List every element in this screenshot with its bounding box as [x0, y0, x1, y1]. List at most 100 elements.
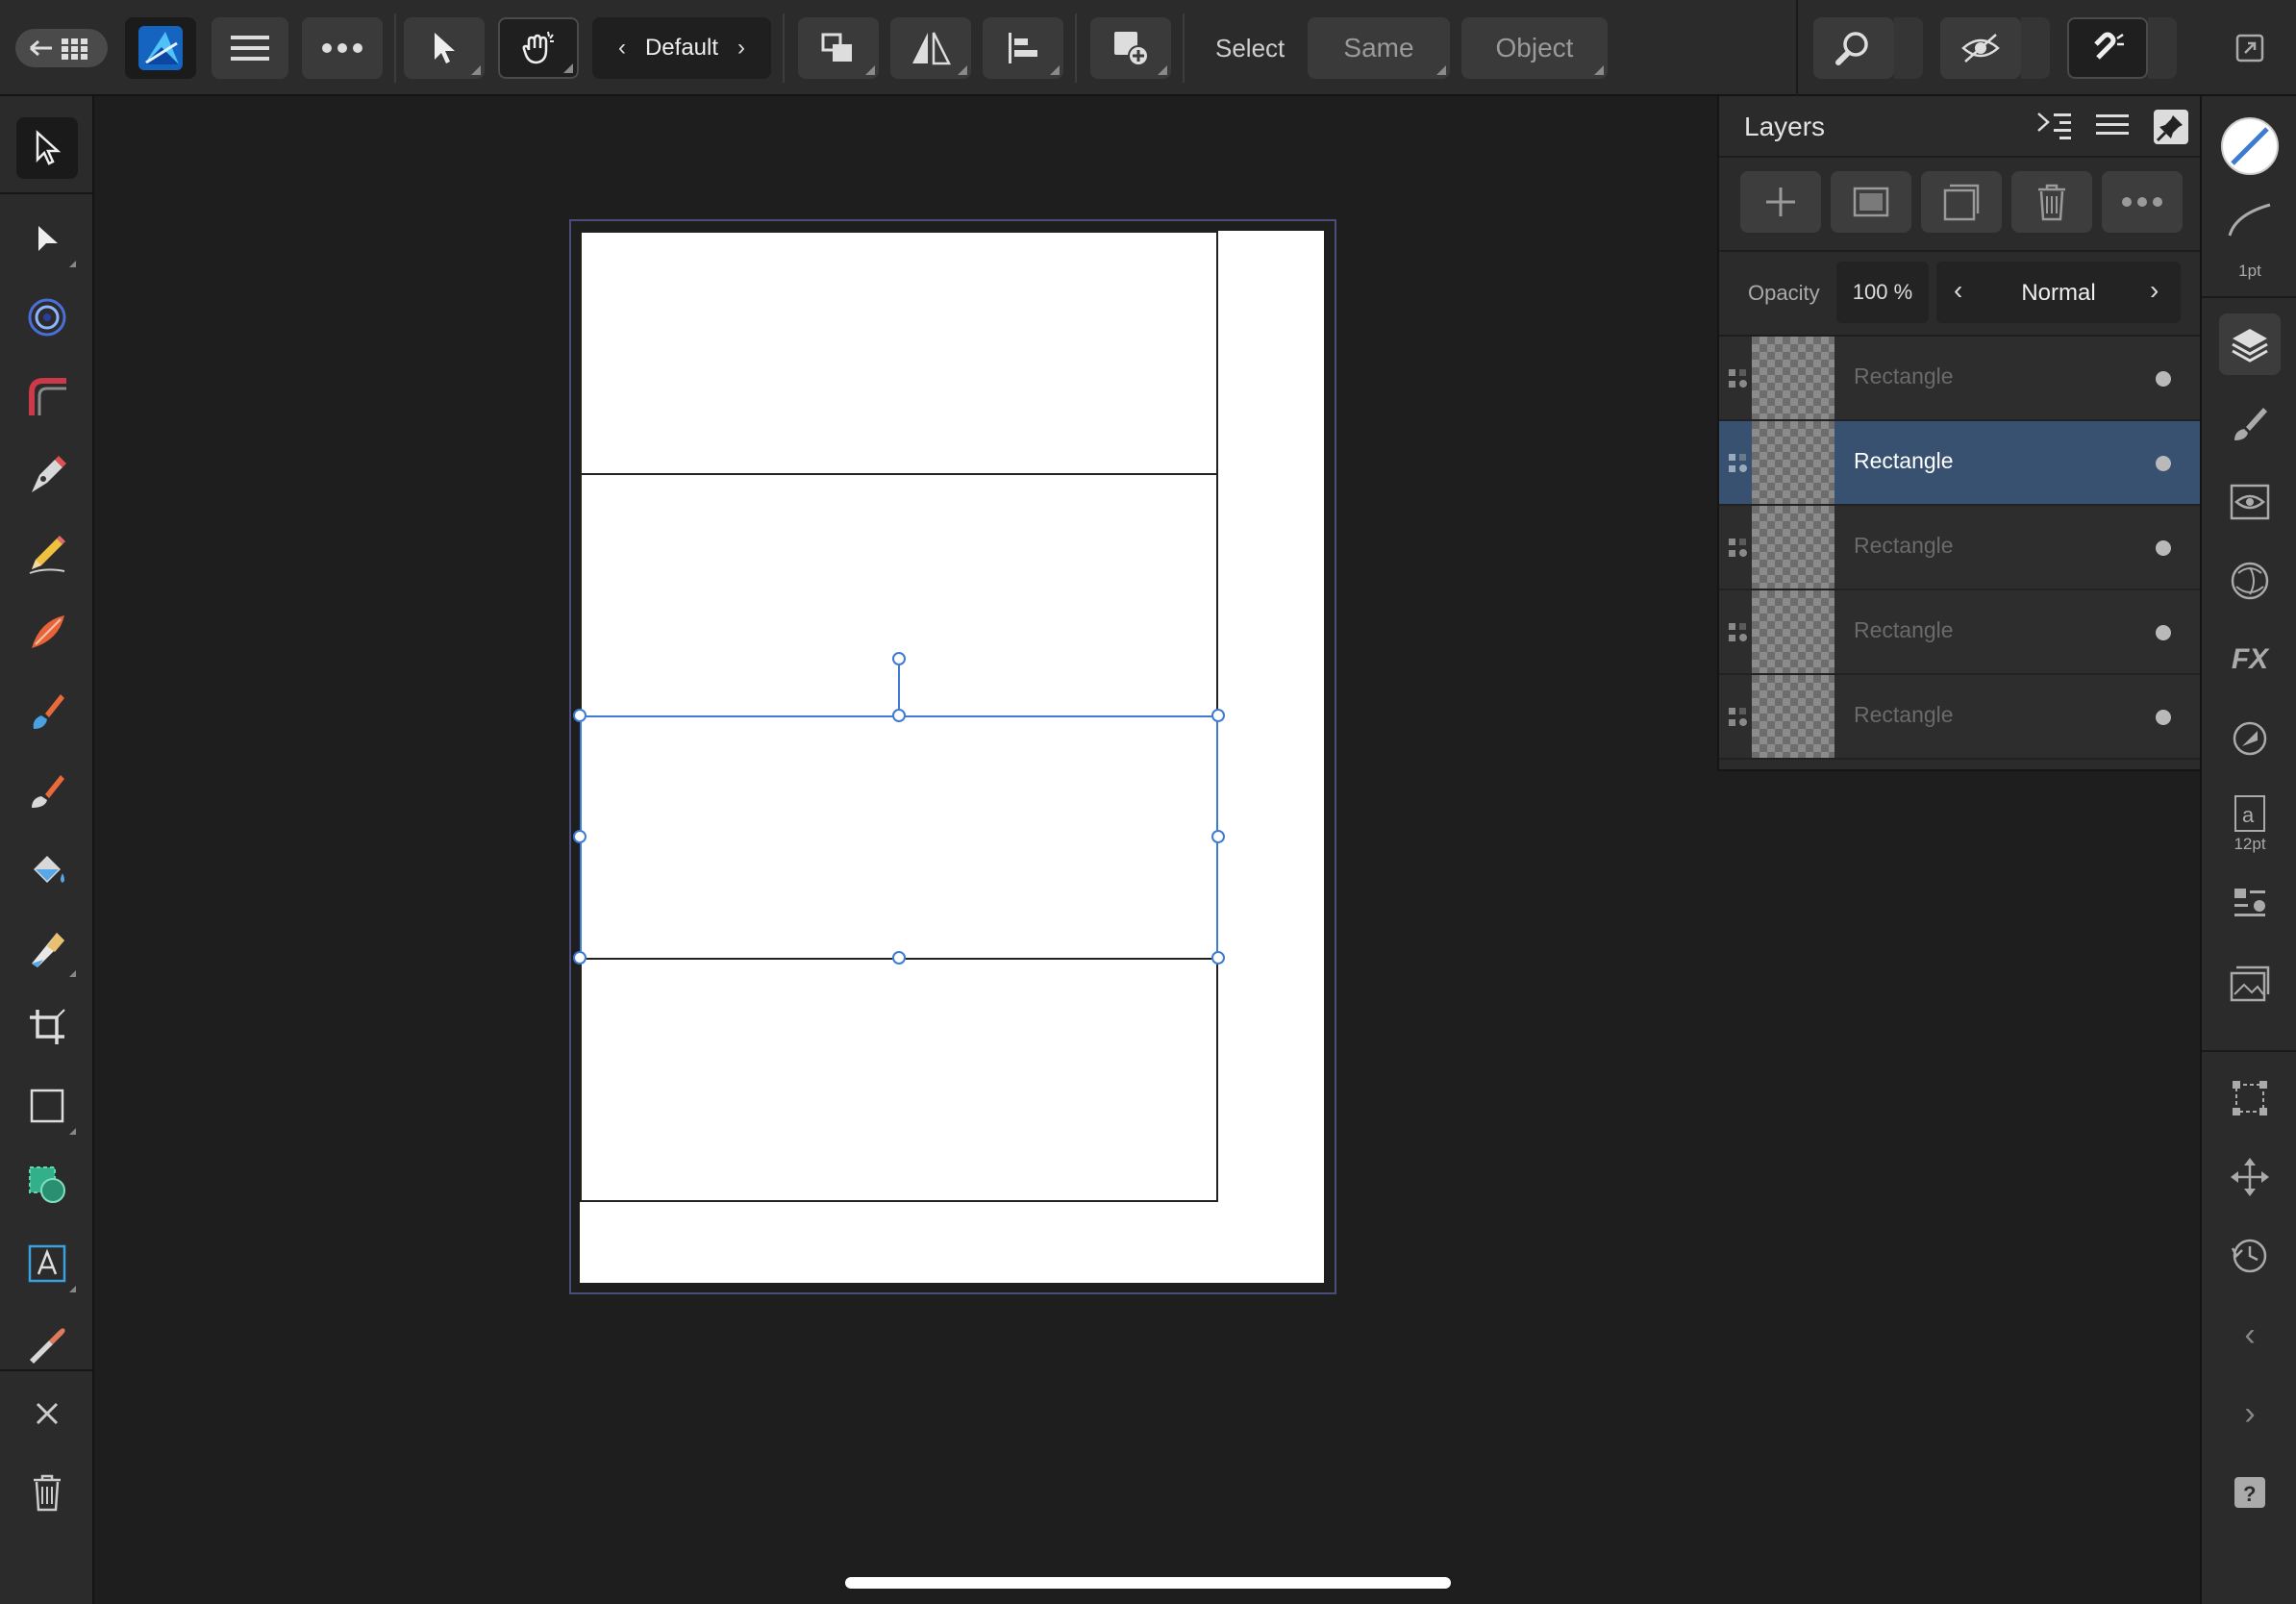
- zoom-dropdown[interactable]: [1894, 17, 1923, 79]
- crop-tool-icon[interactable]: [16, 996, 78, 1058]
- opacity-field[interactable]: 100 %: [1836, 262, 1929, 323]
- brushes-icon[interactable]: [2219, 392, 2281, 454]
- gesture-icon[interactable]: [498, 17, 579, 79]
- separator: [1796, 0, 1798, 96]
- view-mode-dropdown[interactable]: [2021, 17, 2050, 79]
- pin-panel-icon[interactable]: [2154, 110, 2188, 144]
- layer-row[interactable]: Rectangle: [1719, 337, 2202, 421]
- layer-row[interactable]: Rectangle: [1719, 590, 2202, 675]
- select-object-button[interactable]: Object: [1461, 17, 1608, 79]
- chevron-left-icon[interactable]: ‹: [618, 35, 626, 62]
- arrange-icon[interactable]: [798, 17, 879, 79]
- layer-thumbnail: [1752, 337, 1834, 419]
- add-group-button[interactable]: [1921, 171, 2002, 233]
- layer-row[interactable]: Rectangle: [1719, 506, 2202, 590]
- rotation-handle[interactable]: [892, 652, 906, 665]
- rectangle-tool-icon[interactable]: [16, 1075, 78, 1137]
- text-tool-icon[interactable]: [16, 1233, 78, 1294]
- node-tool-icon[interactable]: [16, 208, 78, 269]
- fill-tool-icon[interactable]: [16, 839, 78, 900]
- persona-selector[interactable]: ‹ Default ›: [592, 17, 771, 79]
- trash-icon[interactable]: [16, 1462, 78, 1523]
- svg-text:a: a: [2242, 803, 2255, 827]
- eraser-brush-icon[interactable]: [16, 760, 78, 821]
- navigator-icon[interactable]: [2219, 1146, 2281, 1208]
- separator: [2202, 1050, 2296, 1052]
- help-icon[interactable]: ?: [2219, 1462, 2281, 1523]
- move-tool-icon[interactable]: [16, 117, 78, 179]
- visibility-toggle-icon[interactable]: [2156, 371, 2171, 387]
- transparency-icon[interactable]: [2219, 708, 2281, 769]
- select-same-button[interactable]: Same: [1308, 17, 1450, 79]
- insert-icon[interactable]: [1090, 17, 1171, 79]
- rectangle-1[interactable]: [580, 231, 1218, 475]
- selection-handle-t[interactable]: [892, 709, 906, 722]
- layer-row[interactable]: Rectangle: [1719, 675, 2202, 760]
- snapping-dropdown[interactable]: [2148, 17, 2177, 79]
- zoom-icon[interactable]: [1813, 17, 1894, 79]
- selection-handle-tl[interactable]: [573, 709, 586, 722]
- visibility-toggle-icon[interactable]: [2156, 625, 2171, 640]
- chevron-right-icon[interactable]: ›: [737, 35, 745, 62]
- align-icon[interactable]: [983, 17, 1063, 79]
- rectangle-selected[interactable]: [580, 715, 1218, 960]
- chevron-left-icon[interactable]: ‹: [2219, 1304, 2281, 1366]
- close-icon[interactable]: [16, 1383, 78, 1444]
- layer-row-selected[interactable]: Rectangle: [1719, 421, 2202, 506]
- separator: [1183, 13, 1185, 83]
- panel-menu-icon[interactable]: [2096, 112, 2131, 142]
- corner-tool-icon[interactable]: [16, 365, 78, 427]
- shape-builder-icon[interactable]: [16, 1154, 78, 1216]
- text-style-icon[interactable]: a: [2219, 787, 2281, 840]
- home-indicator[interactable]: [845, 1577, 1451, 1589]
- back-grid-icon[interactable]: [15, 29, 108, 67]
- view-mode-icon[interactable]: [1940, 17, 2021, 79]
- move-tool-icon[interactable]: [404, 17, 485, 79]
- appearance-icon[interactable]: [2219, 471, 2281, 533]
- flip-icon[interactable]: [890, 17, 971, 79]
- snapping-icon[interactable]: [2067, 17, 2148, 79]
- rectangle-4[interactable]: [580, 958, 1218, 1202]
- pen-tool-icon[interactable]: [16, 444, 78, 506]
- selection-handle-tr[interactable]: [1211, 709, 1225, 722]
- history-icon[interactable]: [2219, 1225, 2281, 1287]
- add-layer-button[interactable]: [1740, 171, 1821, 233]
- fx-icon[interactable]: FX: [2219, 629, 2281, 690]
- pencil-tool-icon[interactable]: [16, 523, 78, 585]
- contour-tool-icon[interactable]: [16, 287, 78, 348]
- selection-handle-br[interactable]: [1211, 951, 1225, 965]
- transform-icon[interactable]: [2219, 1067, 2281, 1129]
- vector-brush-icon[interactable]: [16, 602, 78, 664]
- color-icon[interactable]: [2219, 115, 2281, 177]
- layer-more-button[interactable]: [2102, 171, 2183, 233]
- selection-handle-b[interactable]: [892, 951, 906, 965]
- transparency-tool-icon[interactable]: [16, 917, 78, 979]
- menu-icon[interactable]: [212, 17, 288, 79]
- selection-handle-bl[interactable]: [573, 951, 586, 965]
- chevron-right-icon[interactable]: ›: [2150, 275, 2159, 306]
- adjustments-icon[interactable]: [2219, 550, 2281, 612]
- top-toolbar: ‹ Default › Select Same Object: [0, 0, 2296, 96]
- color-picker-icon[interactable]: [16, 1312, 78, 1373]
- delete-layer-button[interactable]: [2011, 171, 2092, 233]
- app-logo-icon[interactable]: [125, 17, 196, 79]
- collapse-panel-icon[interactable]: [2036, 110, 2075, 144]
- document-page[interactable]: [573, 231, 1324, 1283]
- text-panel-icon[interactable]: [2219, 873, 2281, 935]
- more-icon[interactable]: [302, 17, 383, 79]
- fullscreen-icon[interactable]: [2223, 17, 2277, 79]
- visibility-toggle-icon[interactable]: [2156, 456, 2171, 471]
- stock-icon[interactable]: [2219, 952, 2281, 1014]
- layer-name: Rectangle: [1854, 702, 1954, 727]
- add-mask-button[interactable]: [1831, 171, 1911, 233]
- visibility-toggle-icon[interactable]: [2156, 540, 2171, 556]
- paint-brush-icon[interactable]: [16, 681, 78, 742]
- selection-handle-r[interactable]: [1211, 830, 1225, 843]
- layers-icon[interactable]: [2219, 313, 2281, 375]
- visibility-toggle-icon[interactable]: [2156, 710, 2171, 725]
- chevron-right-icon[interactable]: ›: [2219, 1383, 2281, 1444]
- svg-text:?: ?: [2243, 1482, 2256, 1506]
- selection-handle-l[interactable]: [573, 830, 586, 843]
- blend-mode-selector[interactable]: ‹ Normal ›: [1936, 262, 2181, 323]
- stroke-icon[interactable]: [2219, 196, 2281, 244]
